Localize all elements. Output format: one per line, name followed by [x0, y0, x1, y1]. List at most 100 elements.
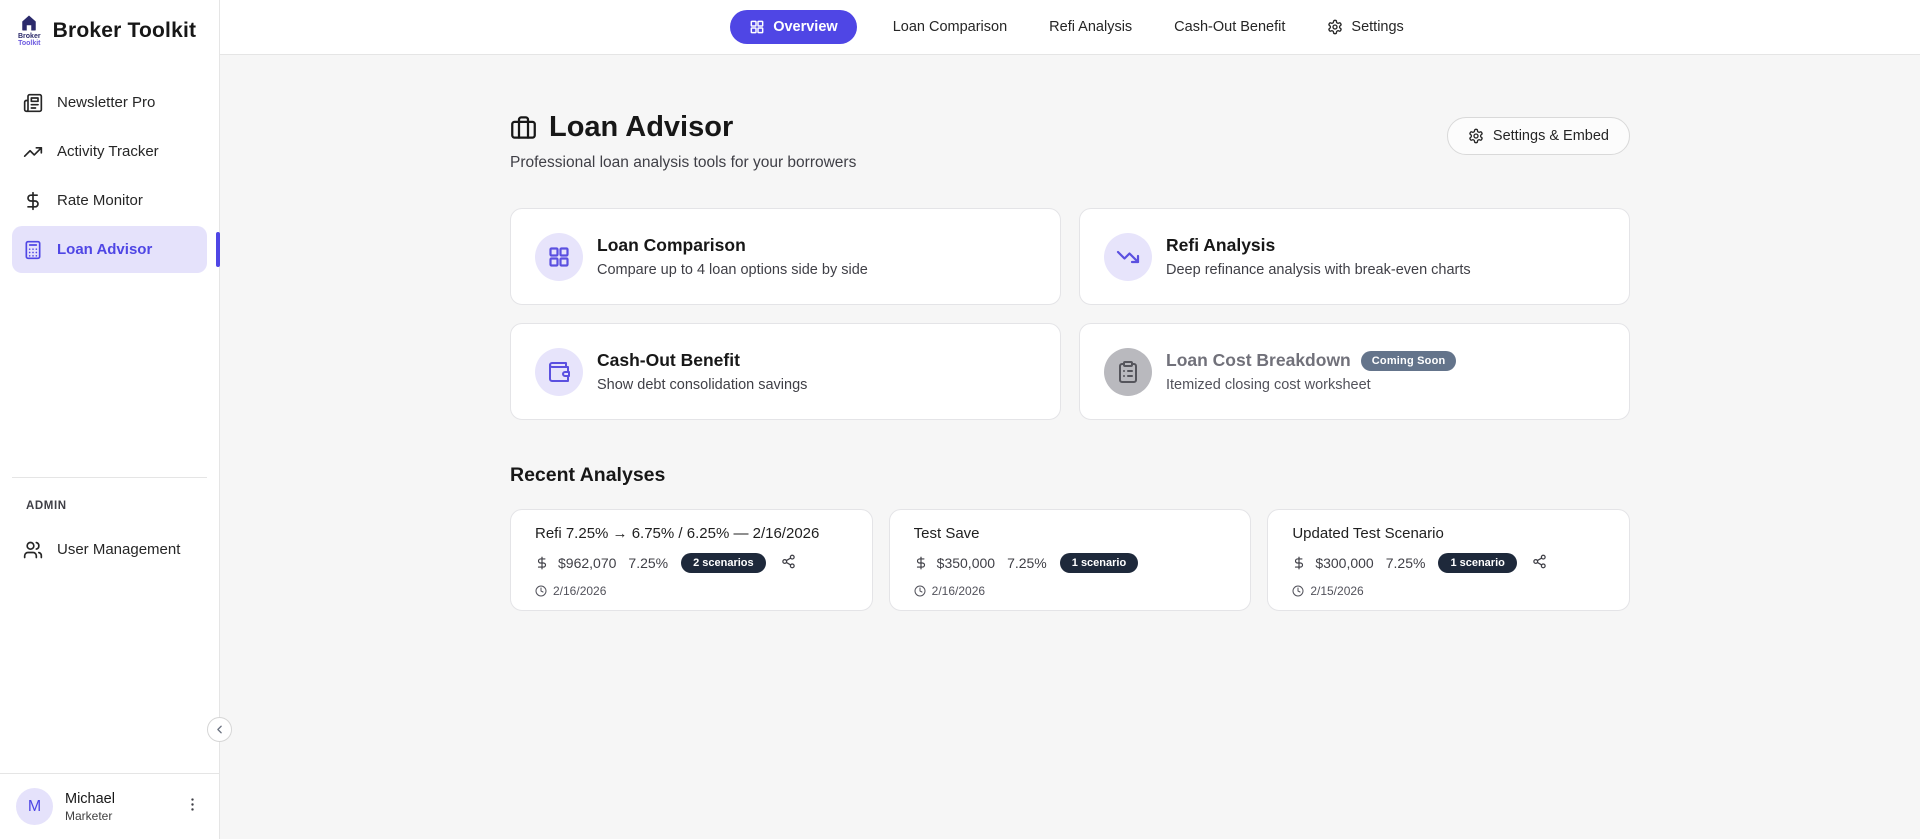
clipboard-icon: [1104, 347, 1152, 396]
tab-overview[interactable]: Overview: [730, 10, 857, 44]
feature-card-refi-analysis[interactable]: Refi Analysis Deep refinance analysis wi…: [1079, 208, 1630, 305]
sidebar-collapse-button[interactable]: [207, 717, 232, 742]
analysis-date: 2/15/2026: [1310, 584, 1364, 598]
page-subtitle: Professional loan analysis tools for you…: [510, 154, 857, 171]
feature-description: Compare up to 4 loan options side by sid…: [597, 262, 868, 278]
feature-card-loan-cost-breakdown: Loan Cost Breakdown Coming Soon Itemized…: [1079, 323, 1630, 420]
scenario-count-badge: 1 scenario: [1438, 553, 1517, 573]
avatar: M: [16, 788, 53, 825]
sidebar-item-label: User Management: [57, 541, 181, 558]
analysis-rate: 7.25%: [1385, 555, 1426, 571]
feature-card-cash-out-benefit[interactable]: Cash-Out Benefit Show debt consolidation…: [510, 323, 1061, 420]
brand-name: Broker Toolkit: [52, 18, 197, 42]
analysis-title: Test Save: [913, 525, 980, 542]
admin-section-label: ADMIN: [26, 500, 67, 512]
tab-label: Overview: [773, 19, 838, 35]
sidebar: Broker Toolkit Broker Toolkit Newsletter…: [0, 0, 232, 839]
user-meta: Michael Marketer: [65, 791, 168, 823]
analysis-title: Refi 7.25% → 6.75% / 6.25% — 2/16/2026: [535, 525, 820, 542]
tab-refi-analysis[interactable]: Refi Analysis: [1043, 10, 1138, 44]
feature-title: Loan Comparison: [597, 235, 746, 255]
sidebar-item-label: Newsletter Pro: [57, 94, 156, 111]
analysis-date: 2/16/2026: [553, 584, 607, 598]
trending-up-icon: [23, 142, 43, 162]
sidebar-item-rate-monitor[interactable]: Rate Monitor: [12, 177, 207, 224]
trending-down-icon: [1104, 232, 1152, 281]
analysis-amount: $962,070: [558, 555, 617, 571]
sidebar-item-newsletter-pro[interactable]: Newsletter Pro: [12, 79, 207, 126]
logo-text-line2: Toolkit: [18, 40, 41, 47]
app-window: Broker Toolkit Broker Toolkit Newsletter…: [0, 0, 1920, 839]
feature-description: Show debt consolidation savings: [597, 377, 808, 393]
main-area: Overview Loan Comparison Refi Analysis C…: [220, 0, 1920, 839]
coming-soon-badge: Coming Soon: [1360, 350, 1457, 371]
sidebar-item-activity-tracker[interactable]: Activity Tracker: [12, 128, 207, 175]
gear-icon: [1468, 128, 1484, 144]
tab-cash-out-benefit[interactable]: Cash-Out Benefit: [1168, 10, 1291, 44]
gear-icon: [1327, 19, 1343, 35]
more-vertical-icon[interactable]: [180, 792, 205, 822]
top-navigation: Overview Loan Comparison Refi Analysis C…: [220, 0, 1920, 55]
scenario-count-badge: 2 scenarios: [681, 553, 766, 573]
share-icon[interactable]: [781, 554, 796, 572]
page-content: Loan Advisor Professional loan analysis …: [220, 55, 1920, 839]
tab-label: Refi Analysis: [1049, 19, 1133, 35]
settings-embed-label: Settings & Embed: [1492, 128, 1609, 144]
grid-icon: [749, 19, 765, 35]
analysis-rate: 7.25%: [1007, 555, 1047, 571]
brand: Broker Toolkit Broker Toolkit: [0, 0, 219, 57]
tab-loan-comparison[interactable]: Loan Comparison: [887, 10, 1013, 44]
chevron-left-icon: [213, 723, 226, 736]
settings-embed-button[interactable]: Settings & Embed: [1446, 117, 1630, 155]
dollar-icon: [914, 556, 928, 570]
feature-card-loan-comparison[interactable]: Loan Comparison Compare up to 4 loan opt…: [510, 208, 1061, 305]
analysis-title: Updated Test Scenario: [1292, 525, 1444, 542]
sidebar-item-label: Rate Monitor: [57, 192, 143, 209]
dollar-icon: [23, 191, 43, 211]
broker-toolkit-logo-icon: Broker Toolkit: [18, 14, 41, 47]
feature-description: Itemized closing cost worksheet: [1166, 377, 1371, 393]
recent-analyses-heading: Recent Analyses: [510, 464, 666, 486]
dollar-icon: [1292, 556, 1306, 570]
sidebar-item-label: Loan Advisor: [57, 241, 153, 258]
analysis-date: 2/16/2026: [931, 584, 986, 598]
feature-description: Deep refinance analysis with break-even …: [1166, 262, 1471, 278]
tab-settings[interactable]: Settings: [1321, 10, 1409, 44]
grid-icon: [535, 232, 583, 281]
analysis-card[interactable]: Test Save $350,000 7.25% 1 scenario 2/16…: [888, 509, 1252, 611]
page-title: Loan Advisor: [549, 111, 734, 143]
user-name: Michael: [65, 790, 115, 807]
admin-nav: User Management: [0, 526, 219, 573]
analysis-rate: 7.25%: [628, 555, 669, 571]
dollar-icon: [535, 556, 549, 570]
share-icon[interactable]: [1532, 554, 1547, 572]
clock-icon: [535, 585, 547, 597]
analysis-amount: $300,000: [1315, 555, 1374, 571]
sidebar-item-label: Activity Tracker: [57, 143, 159, 160]
tab-label: Loan Comparison: [892, 19, 1008, 35]
analysis-card[interactable]: Updated Test Scenario $300,000 7.25% 1 s…: [1267, 509, 1630, 611]
feature-title: Loan Cost Breakdown: [1166, 350, 1351, 370]
calculator-icon: [23, 240, 43, 260]
sidebar-item-user-management[interactable]: User Management: [12, 526, 207, 573]
newspaper-icon: [23, 93, 43, 113]
tab-label: Cash-Out Benefit: [1174, 19, 1286, 35]
recent-analyses-grid: Refi 7.25% → 6.75% / 6.25% — 2/16/2026 $…: [510, 509, 1630, 611]
clock-icon: [914, 585, 926, 597]
analysis-card[interactable]: Refi 7.25% → 6.75% / 6.25% — 2/16/2026 $…: [510, 509, 873, 611]
analysis-amount: $350,000: [936, 555, 996, 571]
clock-icon: [1292, 585, 1304, 597]
feature-card-grid: Loan Comparison Compare up to 4 loan opt…: [510, 208, 1630, 420]
briefcase-icon: [510, 114, 537, 141]
scenario-count-badge: 1 scenario: [1059, 553, 1139, 573]
sidebar-item-loan-advisor[interactable]: Loan Advisor: [12, 226, 220, 273]
logo-text-line1: Broker: [18, 33, 41, 40]
wallet-icon: [535, 347, 583, 396]
page-header: Loan Advisor Professional loan analysis …: [510, 111, 1630, 172]
feature-title: Refi Analysis: [1166, 235, 1276, 255]
user-profile: M Michael Marketer: [0, 773, 219, 839]
tab-label: Settings: [1351, 19, 1404, 35]
sidebar-nav: Newsletter Pro Activity Tracker Rate Mon…: [0, 79, 220, 273]
feature-title: Cash-Out Benefit: [597, 350, 740, 370]
